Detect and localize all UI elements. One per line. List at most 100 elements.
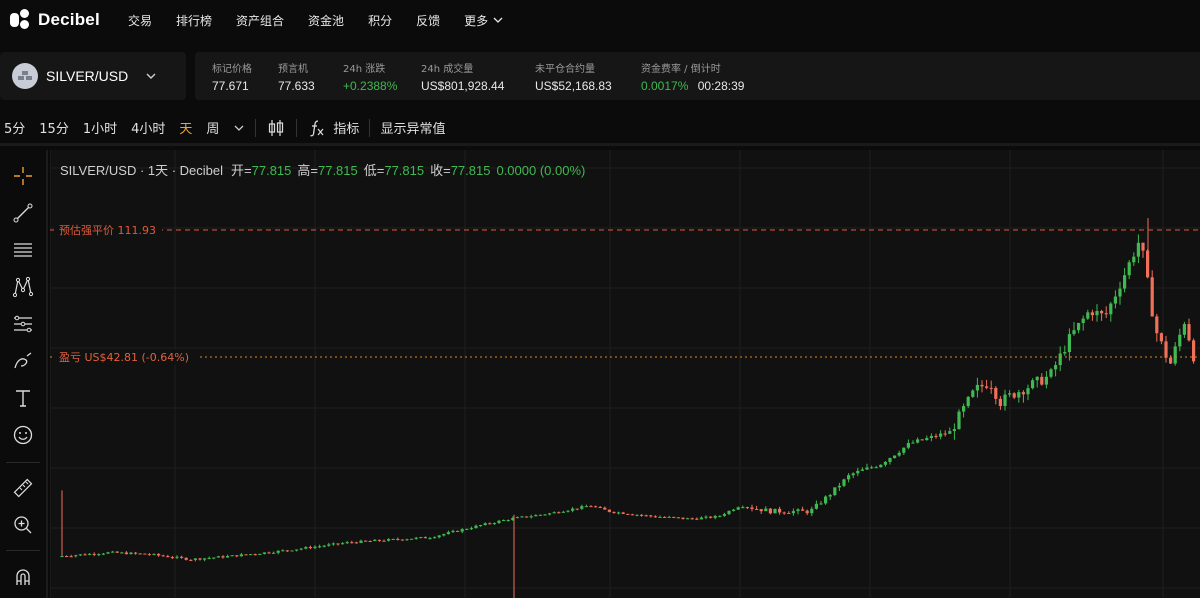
candle-body <box>423 537 427 539</box>
candle-body <box>327 544 331 546</box>
crosshair-icon[interactable] <box>10 163 36 189</box>
emoji-icon[interactable] <box>10 422 36 448</box>
candle-body <box>939 433 943 437</box>
candle-body <box>249 554 253 556</box>
price-chart[interactable]: 预估强平价 111.93 盈亏 US$42.81 (-0.64%) <box>49 150 1200 598</box>
candle-body <box>1081 318 1085 324</box>
logo[interactable]: Decibel <box>10 9 128 31</box>
candle-body <box>916 439 920 443</box>
candle-body <box>819 503 823 505</box>
candle-body <box>1123 275 1127 289</box>
zoom-icon[interactable] <box>10 512 36 538</box>
candle-body <box>837 485 841 488</box>
candle-body <box>193 558 197 560</box>
candle-body <box>782 512 786 514</box>
timeframe-15m[interactable]: 15分 <box>39 118 69 137</box>
candle-body <box>396 538 400 540</box>
horizontal-lines-icon[interactable] <box>10 237 36 263</box>
text-icon[interactable] <box>10 385 36 411</box>
candle-body <box>74 555 78 557</box>
timeframe-1d[interactable]: 天 <box>179 118 192 137</box>
candle-body <box>745 507 749 509</box>
candle-body <box>594 506 598 508</box>
candle-body <box>856 470 860 474</box>
candle-body <box>1155 316 1159 334</box>
candle-body <box>304 547 308 549</box>
candle-body <box>203 558 207 560</box>
candle-body <box>115 551 119 553</box>
candle-body <box>934 435 938 437</box>
candle-body <box>433 537 437 539</box>
nav-item-portfolio[interactable]: 资产组合 <box>236 12 284 29</box>
candle-body <box>870 467 874 469</box>
candle-body <box>341 543 345 545</box>
trend-line-icon[interactable] <box>10 200 36 226</box>
candle-body <box>331 543 335 545</box>
logo-text: Decibel <box>38 10 100 29</box>
candle-body <box>387 539 391 541</box>
show-outliers-button[interactable]: 显示异常值 <box>380 118 445 137</box>
candle-body <box>612 511 616 513</box>
candle-body <box>736 507 740 510</box>
candle-body <box>1012 393 1016 398</box>
pattern-icon[interactable] <box>10 274 36 300</box>
candle-body <box>860 469 864 471</box>
timeframe-1w[interactable]: 周 <box>206 118 219 137</box>
timeframe-4h[interactable]: 4小时 <box>131 118 165 137</box>
candle-body <box>101 553 105 555</box>
pair-selector[interactable]: SILVER/USD <box>0 52 186 100</box>
candlestick-type-icon[interactable] <box>266 118 286 138</box>
candle-body <box>262 552 266 554</box>
candle-body <box>741 507 745 509</box>
candle-body <box>607 509 611 512</box>
candle-body <box>773 508 777 514</box>
candle-body <box>897 452 901 456</box>
brush-icon[interactable] <box>10 348 36 374</box>
nav-item-vaults[interactable]: 资金池 <box>308 12 344 29</box>
candle-body <box>686 518 690 520</box>
candle-body <box>267 552 271 554</box>
nav-item-points[interactable]: 积分 <box>368 12 392 29</box>
candle-body <box>157 553 161 556</box>
stat-value: 77.671 <box>212 79 249 93</box>
candle-body <box>180 556 184 558</box>
stat-funding: 资金费率 / 倒计时 0.0017% 00:28:39 <box>641 60 744 93</box>
ruler-icon[interactable] <box>10 475 36 501</box>
candlestick-chart[interactable]: 预估强平价 111.93 盈亏 US$42.81 (-0.64%) <box>49 150 1200 598</box>
candle-body <box>170 557 174 559</box>
candle-body <box>672 516 676 518</box>
candle-body <box>883 461 887 465</box>
chevron-down-icon[interactable] <box>233 122 245 134</box>
magnet-icon[interactable] <box>10 564 36 590</box>
candle-body <box>143 553 147 555</box>
stat-label: 资金费率 / 倒计时 <box>641 64 721 75</box>
candle-body <box>778 508 782 513</box>
candle-body <box>791 511 795 514</box>
tools-divider <box>6 462 40 463</box>
timeframe-5m[interactable]: 5分 <box>4 118 25 137</box>
candle-body <box>272 552 276 554</box>
candle-body <box>644 515 648 517</box>
stat-label: 预言机 <box>278 64 308 75</box>
candle-body <box>966 396 970 407</box>
candle-body <box>1173 346 1177 364</box>
nav-item-feedback[interactable]: 反馈 <box>416 12 440 29</box>
fib-icon[interactable] <box>10 311 36 337</box>
nav-more-label: 更多 <box>464 13 489 28</box>
timeframe-1h[interactable]: 1小时 <box>83 118 117 137</box>
nav-item-leaderboard[interactable]: 排行榜 <box>176 12 212 29</box>
nav-item-more[interactable]: 更多 <box>464 12 504 29</box>
candle-body <box>764 508 768 512</box>
indicators-button[interactable]: 指标 <box>307 118 359 138</box>
candle-body <box>525 516 529 518</box>
candle-body <box>810 508 814 514</box>
candle-body <box>483 523 487 526</box>
stat-24h-change: 24h 涨跌 +0.2388% <box>343 60 397 93</box>
candle-body <box>322 545 326 547</box>
candle-body <box>709 516 713 518</box>
candle-body <box>1187 324 1191 341</box>
candle-body <box>97 554 101 556</box>
candle-body <box>902 447 906 453</box>
nav-item-trade[interactable]: 交易 <box>128 12 152 29</box>
candle-body <box>768 508 772 514</box>
